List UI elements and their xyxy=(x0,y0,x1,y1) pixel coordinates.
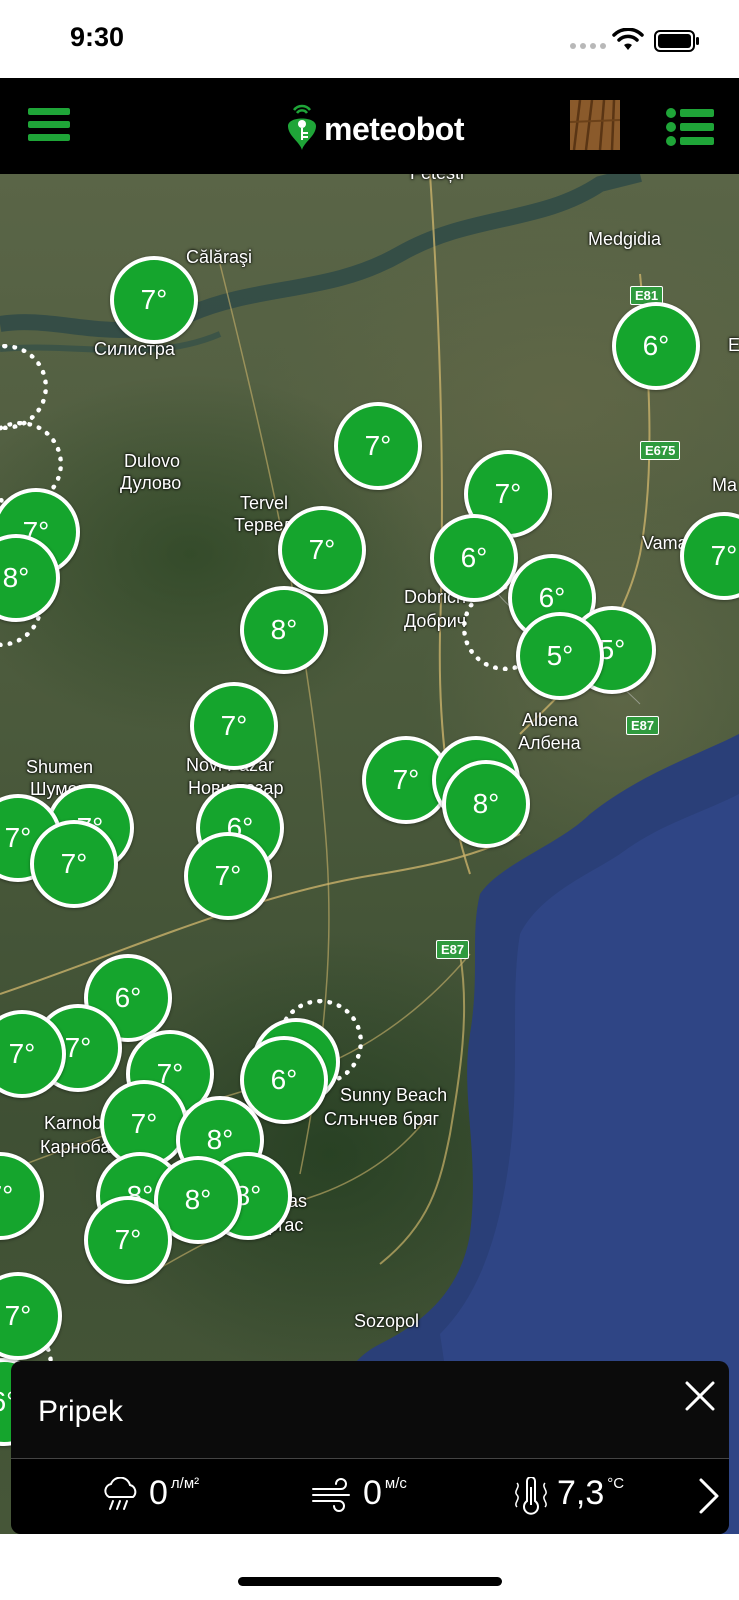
meteobot-logo-icon xyxy=(288,104,316,150)
rain-cloud-icon xyxy=(104,1477,137,1510)
place-label: Fetești xyxy=(410,174,464,184)
place-label: Добрич xyxy=(404,611,467,631)
rain-unit: л/м² xyxy=(170,1475,200,1492)
road-shield: E675 xyxy=(640,441,681,460)
status-bar: 9:30 xyxy=(0,0,739,78)
temperature-value: 7,3 xyxy=(557,1474,605,1512)
place-label: Dulovo xyxy=(124,451,181,471)
station-marker[interactable]: 5° xyxy=(516,612,604,700)
station-marker[interactable]: 7° xyxy=(278,506,366,594)
wind-unit: м/с xyxy=(384,1475,407,1492)
temperature-metric: 7,3 °C xyxy=(513,1473,624,1515)
station-marker[interactable]: 6° xyxy=(430,514,518,602)
close-icon[interactable] xyxy=(683,1379,717,1413)
station-marker[interactable]: 7° xyxy=(190,682,278,770)
station-marker[interactable]: 7° xyxy=(110,256,198,344)
station-metrics: 0 л/м² 0 м/с 7,3 °C xyxy=(11,1459,729,1534)
home-indicator[interactable] xyxy=(238,1577,502,1586)
station-marker[interactable]: 8° xyxy=(240,586,328,674)
menu-line xyxy=(28,108,70,115)
station-marker[interactable]: 7° xyxy=(30,820,118,908)
station-marker[interactable]: 7° xyxy=(334,402,422,490)
place-label: Sozopol xyxy=(354,1311,420,1331)
rain-value: 0 xyxy=(149,1474,168,1512)
station-name: Pripek xyxy=(38,1395,124,1428)
status-time: 9:30 xyxy=(70,22,125,52)
place-label: Слънчев бряг xyxy=(324,1109,440,1129)
place-label: Călăraşi xyxy=(186,247,253,267)
app-logo: meteobot xyxy=(286,100,465,152)
wifi-icon xyxy=(612,28,644,50)
place-label: E xyxy=(728,335,739,355)
menu-line xyxy=(28,134,70,141)
station-marker[interactable]: 7° xyxy=(84,1196,172,1284)
wind-metric: 0 м/с xyxy=(311,1473,407,1513)
station-marker[interactable]: 8° xyxy=(442,760,530,848)
app-header: meteobot xyxy=(0,78,739,174)
cellular-signal-icon xyxy=(570,43,606,49)
chevron-right-icon[interactable] xyxy=(697,1477,721,1515)
map-layer-wood-icon[interactable] xyxy=(570,100,620,150)
battery-icon xyxy=(654,30,699,52)
menu-button[interactable] xyxy=(28,108,70,144)
place-label: Tervel xyxy=(240,493,289,513)
place-label: Albena xyxy=(522,710,579,730)
road-shield: E87 xyxy=(436,940,470,959)
place-label: Дулово xyxy=(120,473,182,493)
wind-icon xyxy=(312,1478,350,1512)
thermometer-icon xyxy=(515,1477,547,1515)
place-label: Ma xyxy=(712,475,738,495)
place-label: Medgidia xyxy=(588,229,662,249)
logo-text: meteobot xyxy=(324,110,465,147)
place-label: Sunny Beach xyxy=(340,1085,448,1105)
menu-line xyxy=(28,121,70,128)
station-marker[interactable]: 7° xyxy=(184,832,272,920)
road-shield: E87 xyxy=(626,716,660,735)
station-list-icon[interactable] xyxy=(666,108,714,146)
temperature-unit: °C xyxy=(607,1475,625,1492)
rain-metric: 0 л/м² xyxy=(101,1473,199,1513)
place-label: Албена xyxy=(518,733,581,753)
station-marker[interactable]: 6° xyxy=(612,302,700,390)
place-label: Shumen xyxy=(26,757,94,777)
station-info-card[interactable]: Pripek 0 л/м² 0 м/с 7,3 °C xyxy=(11,1361,729,1534)
wind-value: 0 xyxy=(363,1474,382,1512)
satellite-map[interactable]: Călăraşi Силистра Medgidia Dulovo Дулово… xyxy=(0,174,739,1534)
